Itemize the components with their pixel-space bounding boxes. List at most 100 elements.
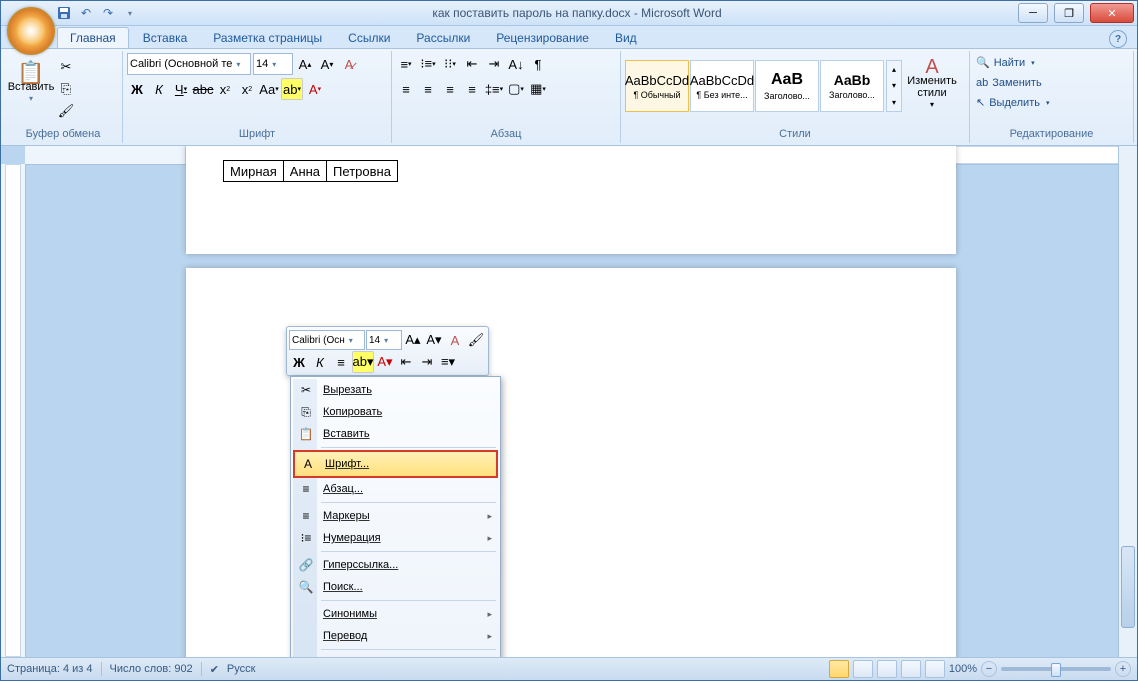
table-cell[interactable]: Анна — [283, 161, 326, 182]
status-words[interactable]: Число слов: 902 — [110, 663, 193, 675]
table-cell[interactable]: Петровна — [327, 161, 398, 182]
indent-inc-button[interactable]: ⇥ — [484, 54, 504, 74]
mini-font-combo[interactable]: Calibri (Осн▾ — [289, 330, 365, 350]
tab-mail[interactable]: Рассылки — [404, 28, 482, 48]
font-color-button[interactable]: A▾ — [305, 79, 325, 99]
replace-button[interactable]: abЗаменить — [974, 73, 1044, 92]
bold-button[interactable]: Ж — [127, 79, 147, 99]
find-button[interactable]: 🔍Найти▾ — [974, 53, 1037, 72]
scrollbar-thumb[interactable] — [1121, 546, 1135, 628]
grow-font-icon[interactable]: A▴ — [295, 54, 315, 74]
gallery-scroll[interactable]: ▴▾▾ — [886, 60, 902, 112]
save-icon[interactable] — [55, 4, 73, 22]
tab-layout[interactable]: Разметка страницы — [201, 28, 334, 48]
shrink-font-icon[interactable]: A▾ — [317, 54, 337, 74]
indent-dec-button[interactable]: ⇤ — [462, 54, 482, 74]
menu-numbering[interactable]: ⁝≡Нумерация▸ — [293, 527, 498, 549]
style-no-spacing[interactable]: AaBbCcDd¶ Без инте... — [690, 60, 754, 112]
zoom-out-button[interactable]: − — [981, 661, 997, 677]
line-spacing-button[interactable]: ‡≡▾ — [484, 79, 504, 99]
change-case-button[interactable]: Aa▾ — [259, 79, 279, 99]
menu-hyperlink[interactable]: 🔗Гиперссылка... — [293, 554, 498, 576]
mini-indent-dec-button[interactable]: ⇤ — [396, 352, 416, 372]
tab-view[interactable]: Вид — [603, 28, 649, 48]
zoom-level[interactable]: 100% — [949, 663, 977, 675]
vertical-ruler[interactable] — [1, 164, 26, 657]
strike-button[interactable]: abc — [193, 79, 213, 99]
style-normal[interactable]: AaBbCcDd¶ Обычный — [625, 60, 689, 112]
document-table[interactable]: Мирная Анна Петровна — [223, 160, 398, 182]
menu-translate[interactable]: Перевод▸ — [293, 625, 498, 647]
view-draft-button[interactable] — [925, 660, 945, 678]
menu-font[interactable]: AШрифт... — [293, 450, 498, 478]
vertical-scrollbar[interactable] — [1118, 146, 1137, 657]
mini-grow-font-icon[interactable]: A▴ — [403, 330, 423, 350]
zoom-slider-thumb[interactable] — [1051, 663, 1061, 677]
underline-button[interactable]: Ч▾ — [171, 79, 191, 99]
paste-button[interactable]: 📋 Вставить ▾ — [8, 53, 54, 119]
mini-indent-inc-button[interactable]: ⇥ — [417, 352, 437, 372]
status-proofing-icon[interactable]: ✔ — [210, 663, 219, 676]
align-right-button[interactable]: ≡ — [440, 79, 460, 99]
cut-icon[interactable]: ✂ — [56, 57, 76, 77]
mini-bold-button[interactable]: Ж — [289, 352, 309, 372]
font-size-combo[interactable]: 14▾ — [253, 53, 293, 75]
sort-button[interactable]: A↓ — [506, 54, 526, 74]
font-name-combo[interactable]: Calibri (Основной те▾ — [127, 53, 251, 75]
help-icon[interactable]: ? — [1109, 30, 1127, 48]
office-button[interactable] — [7, 7, 55, 55]
clear-format-icon[interactable]: A̷ — [339, 54, 359, 74]
tab-insert[interactable]: Вставка — [131, 28, 200, 48]
styles-gallery[interactable]: AaBbCcDd¶ Обычный AaBbCcDd¶ Без инте... … — [625, 60, 884, 112]
bullets-button[interactable]: ≡▾ — [396, 54, 416, 74]
menu-paste[interactable]: 📋Вставить — [293, 423, 498, 445]
menu-search[interactable]: 🔍Поиск... — [293, 576, 498, 598]
view-print-layout-button[interactable] — [829, 660, 849, 678]
justify-button[interactable]: ≡ — [462, 79, 482, 99]
subscript-button[interactable]: x2 — [215, 79, 235, 99]
multilevel-button[interactable]: ⁝⁝▾ — [440, 54, 460, 74]
shading-button[interactable]: ▢▾ — [506, 79, 526, 99]
status-page[interactable]: Страница: 4 из 4 — [7, 663, 93, 675]
style-heading1[interactable]: AaBЗаголово... — [755, 60, 819, 112]
change-styles-button[interactable]: A Изменить стили▾ — [904, 53, 960, 119]
mini-styles-icon[interactable]: A — [445, 330, 465, 350]
status-lang[interactable]: Русск — [227, 663, 256, 675]
document-page-top[interactable]: Мирная Анна Петровна — [186, 146, 956, 254]
format-painter-icon[interactable]: 🖌 — [56, 101, 76, 121]
maximize-button[interactable]: ❐ — [1054, 3, 1084, 23]
mini-size-combo[interactable]: 14▾ — [366, 330, 402, 350]
view-web-button[interactable] — [877, 660, 897, 678]
italic-button[interactable]: К — [149, 79, 169, 99]
align-center-button[interactable]: ≡ — [418, 79, 438, 99]
zoom-in-button[interactable]: + — [1115, 661, 1131, 677]
menu-paragraph[interactable]: ≡Абзац... — [293, 478, 498, 500]
view-full-screen-button[interactable] — [853, 660, 873, 678]
numbering-button[interactable]: ⁝≡▾ — [418, 54, 438, 74]
minimize-button[interactable]: ─ — [1018, 3, 1048, 23]
superscript-button[interactable]: x2 — [237, 79, 257, 99]
style-heading2[interactable]: AaBbЗаголово... — [820, 60, 884, 112]
mini-font-color-button[interactable]: A▾ — [375, 352, 395, 372]
redo-icon[interactable]: ↷ — [99, 4, 117, 22]
close-button[interactable]: ✕ — [1090, 3, 1134, 23]
menu-bullets[interactable]: ≡Маркеры▸ — [293, 505, 498, 527]
borders-button[interactable]: ▦▾ — [528, 79, 548, 99]
show-marks-button[interactable]: ¶ — [528, 54, 548, 74]
select-button[interactable]: ↖Выделить▾ — [974, 93, 1051, 112]
mini-italic-button[interactable]: К — [310, 352, 330, 372]
view-outline-button[interactable] — [901, 660, 921, 678]
table-row[interactable]: Мирная Анна Петровна — [224, 161, 398, 182]
menu-copy[interactable]: ⎘Копировать — [293, 401, 498, 423]
mini-bullets-button[interactable]: ≡▾ — [438, 352, 458, 372]
mini-highlight-button[interactable]: ab▾ — [352, 351, 374, 373]
mini-center-button[interactable]: ≡ — [331, 352, 351, 372]
table-cell[interactable]: Мирная — [224, 161, 284, 182]
zoom-slider[interactable] — [1001, 667, 1111, 671]
align-left-button[interactable]: ≡ — [396, 79, 416, 99]
tab-refs[interactable]: Ссылки — [336, 28, 402, 48]
mini-shrink-font-icon[interactable]: A▾ — [424, 330, 444, 350]
highlight-button[interactable]: ab▾ — [281, 78, 303, 100]
menu-synonyms[interactable]: Синонимы▸ — [293, 603, 498, 625]
menu-styles[interactable]: Стили▸ — [293, 652, 498, 657]
